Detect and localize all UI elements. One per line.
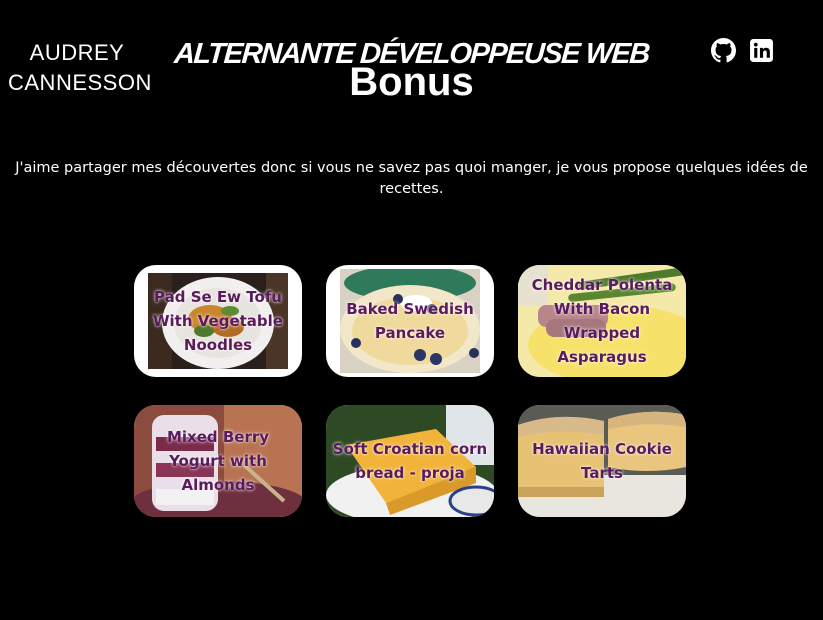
linkedin-icon bbox=[750, 39, 773, 62]
intro-text: J'aime partager mes découvertes donc si … bbox=[0, 158, 823, 200]
recipe-card[interactable]: Baked Swedish Pancake bbox=[326, 265, 494, 377]
recipe-card[interactable]: Hawaiian Cookie Tarts bbox=[518, 405, 686, 517]
recipe-card[interactable]: Cheddar Polenta With Bacon Wrapped Aspar… bbox=[518, 265, 686, 377]
recipe-title: Pad Se Ew Tofu With Vegetable Noodles bbox=[153, 288, 283, 354]
recipe-title: Baked Swedish Pancake bbox=[346, 300, 474, 342]
intro-line-2: recettes. bbox=[379, 181, 444, 197]
linkedin-link[interactable] bbox=[749, 38, 774, 63]
github-icon bbox=[711, 38, 736, 63]
recipe-card[interactable]: Soft Croatian corn bread - proja bbox=[326, 405, 494, 517]
page-title: Bonus bbox=[349, 60, 474, 104]
page: AUDREY CANNESSON ALTERNANTE DÉVELOPPEUSE… bbox=[0, 0, 823, 620]
intro-line-1: J'aime partager mes découvertes donc si … bbox=[15, 160, 808, 176]
recipe-title: Soft Croatian corn bread - proja bbox=[332, 440, 488, 482]
recipe-grid: Pad Se Ew Tofu With Vegetable Noodles Ba… bbox=[134, 265, 686, 517]
recipe-title: Cheddar Polenta With Bacon Wrapped Aspar… bbox=[531, 276, 673, 366]
recipe-card[interactable]: Pad Se Ew Tofu With Vegetable Noodles bbox=[134, 265, 302, 377]
recipe-title: Hawaiian Cookie Tarts bbox=[532, 440, 672, 482]
social-links bbox=[711, 38, 774, 63]
recipe-title: Mixed Berry Yogurt with Almonds bbox=[166, 428, 270, 494]
recipe-card[interactable]: Mixed Berry Yogurt with Almonds bbox=[134, 405, 302, 517]
github-link[interactable] bbox=[711, 38, 736, 63]
